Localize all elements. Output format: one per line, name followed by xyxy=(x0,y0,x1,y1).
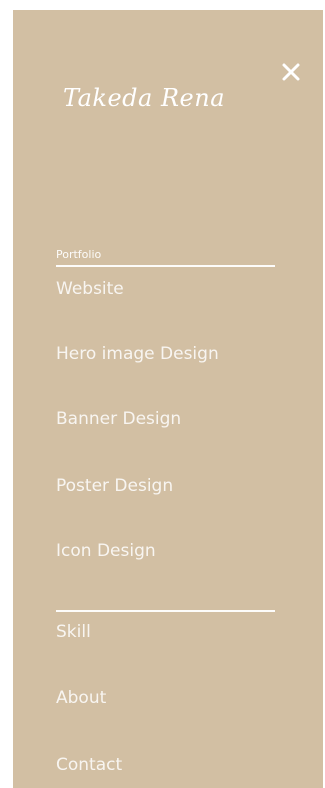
navigation-menu-panel: Takeda Rena Portfolio Website Hero image… xyxy=(13,10,323,788)
menu-item-about[interactable]: About xyxy=(56,687,106,709)
menu-item-banner-design[interactable]: Banner Design xyxy=(56,408,181,430)
portfolio-section-label: Portfolio xyxy=(56,248,102,261)
menu-item-website[interactable]: Website xyxy=(56,278,124,300)
menu-item-hero-image-design[interactable]: Hero image Design xyxy=(56,343,219,365)
section-divider xyxy=(56,610,275,612)
close-menu-button[interactable] xyxy=(279,60,303,84)
menu-item-contact[interactable]: Contact xyxy=(56,754,122,776)
close-icon xyxy=(282,63,300,81)
menu-item-skill[interactable]: Skill xyxy=(56,621,91,643)
portfolio-divider xyxy=(56,265,275,267)
menu-item-icon-design[interactable]: Icon Design xyxy=(56,540,156,562)
menu-item-poster-design[interactable]: Poster Design xyxy=(56,475,173,497)
site-logo[interactable]: Takeda Rena xyxy=(13,84,275,112)
